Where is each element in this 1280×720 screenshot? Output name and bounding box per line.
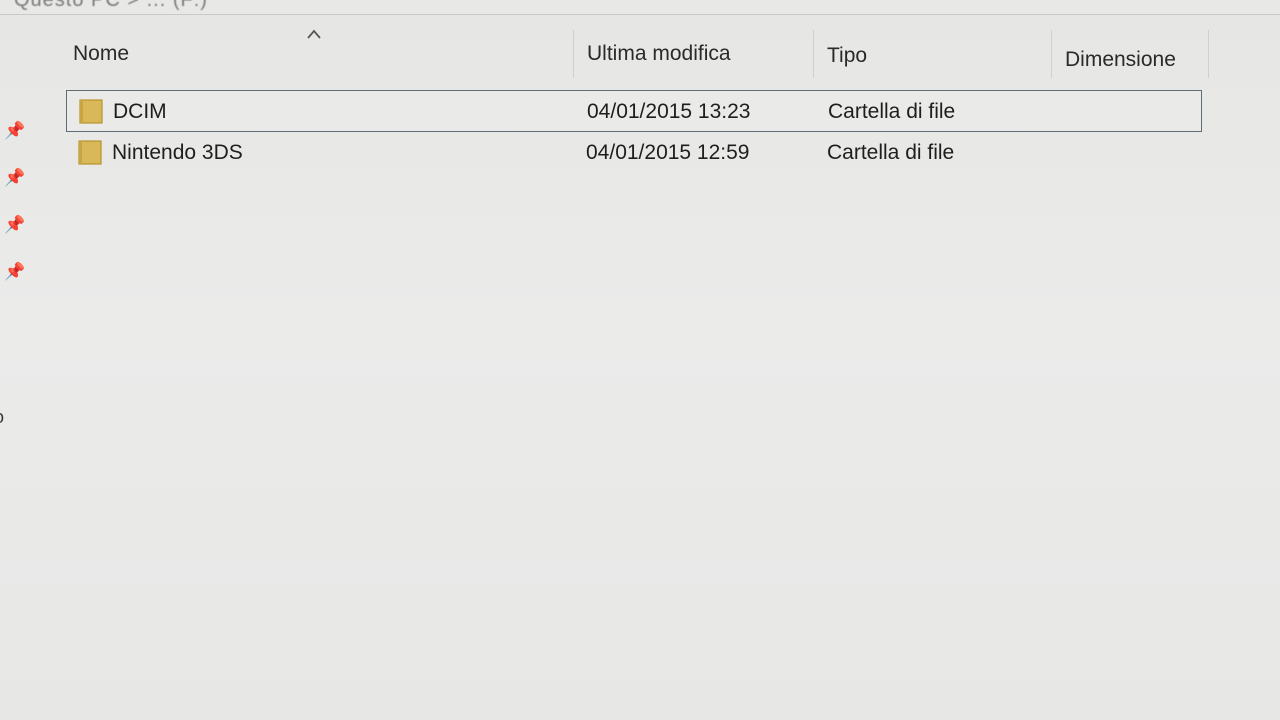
file-name: Nintendo 3DS [112, 141, 243, 164]
pin-icon[interactable]: 📌 [4, 262, 25, 282]
column-header-size[interactable]: Dimensione [1053, 34, 1208, 86]
column-divider[interactable] [813, 30, 814, 78]
column-header-name[interactable]: Nome [61, 28, 573, 80]
navigation-pane: 📌 📌 📌 📌 o [0, 15, 44, 720]
pin-icon[interactable]: 📌 [4, 215, 25, 235]
file-row-nintendo-3ds[interactable]: Nintendo 3DS 04/01/2015 12:59 Cartella d… [66, 132, 1202, 174]
file-modified: 04/01/2015 12:59 [586, 141, 750, 164]
file-type: Cartella di file [827, 141, 955, 164]
column-header-row: Nome Ultima modifica Tipo Dimensione [44, 28, 1214, 80]
breadcrumb[interactable]: Questo PC > ... (F:) [0, 0, 1280, 15]
pin-icon[interactable]: 📌 [4, 168, 25, 188]
column-divider[interactable] [1208, 30, 1209, 78]
pin-icon[interactable]: 📌 [4, 121, 25, 141]
column-header-modified[interactable]: Ultima modifica [575, 28, 813, 80]
column-header-type[interactable]: Tipo [815, 30, 1051, 82]
file-modified: 04/01/2015 13:23 [587, 100, 751, 123]
nav-partial-label: o [0, 407, 4, 428]
file-explorer-window: Questo PC > ... (F:) 📌 📌 📌 📌 o Nome Ulti… [0, 0, 1280, 720]
column-divider[interactable] [1051, 30, 1052, 78]
column-divider[interactable] [573, 30, 574, 78]
folder-icon [79, 99, 103, 124]
folder-icon [78, 140, 102, 165]
file-type: Cartella di file [828, 100, 956, 123]
file-list: DCIM 04/01/2015 13:23 Cartella di file N… [66, 90, 1206, 174]
file-name: DCIM [113, 100, 167, 123]
breadcrumb-text: Questo PC > ... (F:) [14, 0, 208, 11]
file-row-dcim[interactable]: DCIM 04/01/2015 13:23 Cartella di file [66, 90, 1202, 132]
